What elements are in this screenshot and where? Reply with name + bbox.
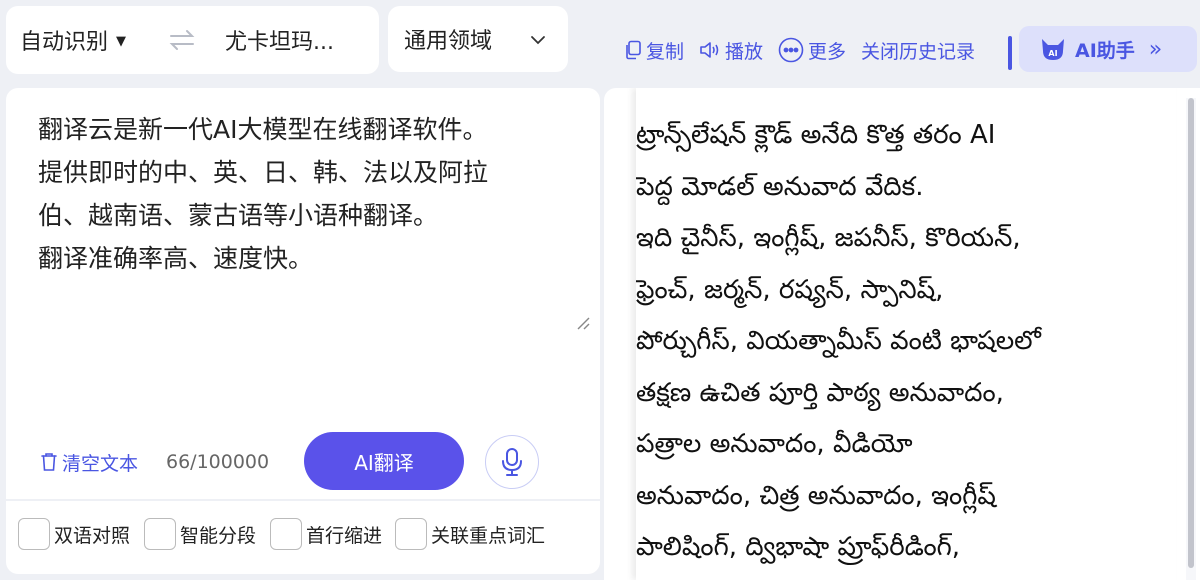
translation-line: అనువాదం, చిత్ర అనువాదం, ఇంగ్లీష్ [636,480,996,511]
copy-icon [626,40,641,60]
translation-line: పెద్ద మోడల్ అనువాద వేదిక. [636,171,924,202]
smart-segment-checkbox[interactable] [144,518,176,550]
translation-output: ట్రాన్స్‌లేషన్ క్లౌడ్ అనేది కొత్త తరం AI… [636,88,1176,580]
scrollbar[interactable] [1186,98,1196,580]
domain-dropdown[interactable]: 通用领域 [388,6,568,72]
target-language-dropdown[interactable]: 尤卡坦玛... [225,6,334,74]
related-keywords-option[interactable]: 关联重点词汇 [395,518,545,550]
source-text-line: 翻译云是新一代AI大模型在线翻译软件。 [38,115,488,144]
copy-button[interactable]: 复制 [624,30,684,70]
source-panel: 翻译云是新一代AI大模型在线翻译软件。 提供即时的中、英、日、韩、法以及阿拉 伯、越… [6,88,600,574]
microphone-icon [502,448,522,476]
translation-line: ట్రాన్స్‌లేషన్ క్లౌడ్ అనేది కొత్త తరం AI [636,120,996,150]
source-text-line: 翻译准确率高、速度快。 [38,244,314,273]
smart-segment-option[interactable]: 智能分段 [144,518,256,550]
source-text-line: 伯、越南语、蒙古语等小语种翻译。 [38,201,439,230]
speaker-icon [700,42,719,58]
source-text-line: 提供即时的中、英、日、韩、法以及阿拉 [38,158,489,187]
first-line-indent-checkbox[interactable] [270,518,302,550]
close-history-button[interactable]: 关闭历史记录 [861,30,975,70]
clear-text-button[interactable]: 清空文本 [40,448,138,476]
translation-line: ఇది చైనీస్, ఇంగ్లీష్, జపనీస్, కొరియన్, [636,223,1021,253]
first-line-indent-label: 首行缩进 [306,524,383,547]
smart-segment-label: 智能分段 [180,524,257,547]
clear-text-label: 清空文本 [62,452,139,475]
related-keywords-checkbox[interactable] [395,518,427,550]
language-selector: 自动识别 ▼ 尤卡坦玛... [6,6,379,74]
translation-line: పత్రాల అనువాదం, వీడియో [636,429,913,459]
caret-down-icon: ▼ [116,34,127,49]
ai-assistant-label: AI助手 [1075,39,1135,62]
target-language-label: 尤卡坦玛... [225,30,334,55]
double-chevron-right-icon: » [1148,36,1163,62]
ai-translate-button[interactable]: AI翻译 [304,432,464,490]
microphone-button[interactable] [485,435,539,489]
scrollbar-thumb[interactable] [1188,98,1194,568]
ai-badge-text: AI [1048,49,1057,58]
source-language-dropdown[interactable]: 自动识别 ▼ [20,6,126,74]
more-icon [778,37,804,63]
domain-label: 通用领域 [404,29,493,54]
translation-line: పాలిషింగ్, ద్విభాషా ప్రూఫ్‌రీడింగ్, [636,532,961,562]
resize-handle-icon[interactable] [574,314,590,330]
trash-icon [41,453,57,471]
bilingual-option[interactable]: 双语对照 [18,518,130,550]
close-history-label: 关闭历史记录 [861,40,976,63]
ai-bot-icon: AI [1042,39,1064,60]
bilingual-checkbox[interactable] [18,518,50,550]
character-count: 66/100000 [166,451,270,473]
bilingual-label: 双语对照 [54,524,131,547]
chevron-down-icon [531,36,545,45]
ai-assistant-button[interactable]: AI AI助手 » [1019,26,1197,72]
more-button[interactable]: 更多 [778,30,846,70]
swap-icon[interactable] [168,28,196,52]
translation-line: పోర్చుగీస్, వియత్నామీస్ వంటి భాషలలో [636,326,1041,356]
translation-options: 双语对照 智能分段 首行缩进 关联重点词汇 [6,499,600,574]
play-button[interactable]: 播放 [699,30,763,70]
copy-label: 复制 [646,40,685,63]
source-language-label: 自动识别 [20,30,109,55]
source-textarea[interactable]: 翻译云是新一代AI大模型在线翻译软件。 提供即时的中、英、日、韩、法以及阿拉 伯、越… [38,108,568,280]
play-label: 播放 [725,40,764,63]
translation-line: ఫ్రెంచ్, జర్మన్, రష్యన్, స్పానిష్, [636,274,944,305]
target-panel: ట్రాన్స్‌లేషన్ క్లౌడ్ అనేది కొత్త తరం AI… [604,88,1200,580]
related-keywords-label: 关联重点词汇 [431,524,546,547]
more-label: 更多 [808,40,847,63]
first-line-indent-option[interactable]: 首行缩进 [270,518,382,550]
translation-line: తక్షణ ఉచిత పూర్తి పాఠ్య అనువాదం, [636,377,1004,408]
toolbar-divider [1008,36,1012,70]
